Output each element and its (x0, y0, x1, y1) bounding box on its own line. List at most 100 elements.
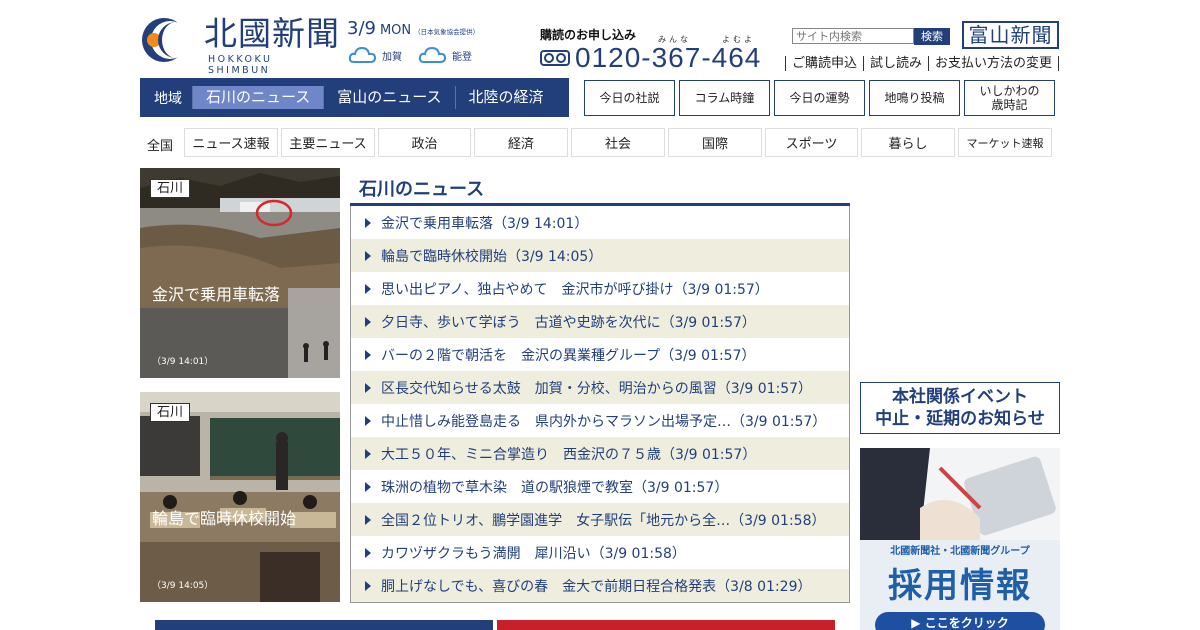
event-banner-line1: 本社関係イベント (892, 387, 1028, 407)
list-item[interactable]: 全国２位トリオ、鵬学園進学 女子駅伝「地元から全…（3/9 01:58） (351, 503, 849, 536)
news-headline[interactable]: 輪島で臨時休校開始（3/9 14:05） (381, 246, 602, 266)
news-headline[interactable]: 全国２位トリオ、鵬学園進学 女子駅伝「地元から全…（3/9 01:58） (381, 510, 826, 530)
cat-breaking-news[interactable]: ニュース速報 (184, 128, 278, 157)
seasonal-diary-line2: 歳時記 (991, 98, 1028, 112)
cat-economy[interactable]: 経済 (474, 128, 568, 157)
link-trial[interactable]: 試し読み (864, 56, 930, 71)
arrow-right-icon (365, 415, 371, 426)
bottom-ad-banner-2[interactable] (497, 620, 835, 630)
news-headline[interactable]: 区長交代知らせる太鼓 加賀・分校、明治からの風習（3/9 01:57） (381, 378, 812, 398)
weather-area-label: 加賀 (382, 51, 402, 63)
arrow-right-icon (365, 547, 371, 558)
arrow-right-icon (365, 580, 371, 591)
cat-politics[interactable]: 政治 (378, 128, 471, 157)
news-headline[interactable]: 金沢で乗用車転落（3/9 14:01） (381, 213, 588, 233)
weather-area-label: 能登 (452, 51, 472, 63)
seasonal-diary-line1: いしかわの (979, 84, 1040, 98)
link-payment-change[interactable]: お支払い方法の変更 (929, 56, 1060, 71)
photo-news-card[interactable]: 石川 金沢で乗用車転落 （3/9 14:01） (140, 168, 340, 378)
search-button[interactable]: 検索 (914, 28, 950, 45)
photo-caption[interactable]: 輪島で臨時休校開始 (152, 505, 296, 529)
arrow-right-icon (365, 514, 371, 525)
current-date: 3/9 MON （日本気象協会提供） (347, 18, 479, 39)
region-nav-label: 地域 (154, 90, 182, 107)
classroom-photo (140, 392, 340, 602)
weather-noto[interactable]: 能登 (418, 46, 472, 64)
car-accident-photo (140, 168, 340, 378)
weather-provider-note[interactable]: （日本気象協会提供） (414, 28, 479, 36)
list-item[interactable]: 区長交代知らせる太鼓 加賀・分校、明治からの風習（3/9 01:57） (351, 371, 849, 404)
list-item[interactable]: 中止惜しみ能登島走る 県内外からマラソン出場予定…（3/9 01:57） (351, 404, 849, 437)
cloud-icon (348, 46, 377, 63)
region-nav: 地域 石川のニュース 富山のニュース 北陸の経済 (140, 78, 569, 117)
arrow-right-icon (365, 382, 371, 393)
cat-top-news[interactable]: 主要ニュース (281, 128, 375, 157)
column-jisho-button[interactable]: コラム時鐘 (679, 80, 770, 116)
reader-post-button[interactable]: 地鳴り投稿 (869, 80, 960, 116)
cat-market-news[interactable]: マーケット速報 (958, 128, 1052, 157)
link-subscribe[interactable]: ご購読申込 (785, 56, 865, 71)
news-list-title: 石川のニュース (359, 179, 485, 200)
news-headline[interactable]: カワヅザクラもう満開 犀川沿い（3/9 01:58） (381, 543, 686, 563)
subscribe-title: 購読のお申し込み (540, 28, 637, 42)
category-nav-label: 全国 (147, 139, 174, 154)
tab-hokuriku-economy[interactable]: 北陸の経済 (454, 86, 557, 109)
list-item[interactable]: 思い出ピアノ、独占やめて 金沢市が呼び掛け（3/9 01:57） (351, 272, 849, 305)
subscribe-phone-number[interactable]: 0120-367-464 (575, 42, 761, 74)
recruitment-banner[interactable]: 北國新聞社・北國新聞グループ 採用情報 ▶ ここをクリック (860, 448, 1060, 630)
logo-text-en: HOKKOKU SHIMBUN (208, 54, 273, 76)
arrow-right-icon (365, 349, 371, 360)
list-item[interactable]: バーの２階で朝活を 金沢の異業種グループ（3/9 01:57） (351, 338, 849, 371)
photo-news-card[interactable]: 石川 輪島で臨時休校開始 （3/9 14:05） (140, 392, 340, 602)
seasonal-diary-button[interactable]: いしかわの 歳時記 (964, 80, 1055, 116)
weather-kaga[interactable]: 加賀 (348, 46, 402, 64)
horoscope-button[interactable]: 今日の運勢 (774, 80, 865, 116)
logo-text-jp: 北國新聞 (204, 14, 340, 53)
list-item[interactable]: 胴上げなしでも、喜びの春 金大で前期日程合格発表（3/8 01:29） (351, 569, 849, 602)
arrow-right-icon (365, 448, 371, 459)
bottom-ad-banner-1[interactable] (155, 620, 493, 630)
list-item[interactable]: 金沢で乗用車転落（3/9 14:01） (351, 206, 849, 239)
recruit-title: 採用情報 (888, 566, 1032, 606)
editorial-button[interactable]: 今日の社説 (584, 80, 675, 116)
news-list: 金沢で乗用車転落（3/9 14:01） 輪島で臨時休校開始（3/9 14:05）… (350, 206, 850, 603)
news-headline[interactable]: 思い出ピアノ、独占やめて 金沢市が呼び掛け（3/9 01:57） (381, 279, 769, 299)
site-search-input[interactable] (792, 28, 914, 44)
news-headline[interactable]: 夕日寺、歩いて学ぼう 古道や史跡を次代に（3/9 01:57） (381, 312, 756, 332)
recruit-click-button[interactable]: ▶ ここをクリック (875, 612, 1045, 630)
weekday: MON (379, 23, 412, 38)
news-headline[interactable]: 珠洲の植物で草木染 道の駅狼煙で教室（3/9 01:57） (381, 477, 728, 497)
photo-time: （3/9 14:01） (152, 357, 214, 367)
event-cancellation-banner[interactable]: 本社関係イベント 中止・延期のお知らせ (860, 382, 1060, 434)
free-dial-icon (540, 50, 570, 66)
arrow-right-icon (365, 283, 371, 294)
news-headline[interactable]: バーの２階で朝活を 金沢の異業種グループ（3/9 01:57） (381, 345, 756, 365)
event-banner-line2: 中止・延期のお知らせ (875, 409, 1045, 429)
photo-caption[interactable]: 金沢で乗用車転落 (152, 281, 280, 305)
date-value: 3/9 (347, 18, 376, 39)
toyama-shimbun-link[interactable]: 富山新聞 (962, 21, 1059, 49)
news-headline[interactable]: 大工５０年、ミニ合掌造り 西金沢の７５歳（3/9 01:57） (381, 444, 756, 464)
cat-living[interactable]: 暮らし (861, 128, 955, 157)
tab-toyama-news[interactable]: 富山のニュース (323, 86, 454, 109)
cat-sports[interactable]: スポーツ (765, 128, 858, 157)
cloud-icon (418, 46, 447, 63)
list-item[interactable]: 珠洲の植物で草木染 道の駅狼煙で教室（3/9 01:57） (351, 470, 849, 503)
list-item[interactable]: カワヅザクラもう満開 犀川沿い（3/9 01:58） (351, 536, 849, 569)
list-item[interactable]: 輪島で臨時休校開始（3/9 14:05） (351, 239, 849, 272)
list-item[interactable]: 夕日寺、歩いて学ぼう 古道や史跡を次代に（3/9 01:57） (351, 305, 849, 338)
cat-society[interactable]: 社会 (571, 128, 665, 157)
top-links: ご購読申込 試し読み お支払い方法の変更 (785, 56, 1060, 71)
recruit-sub-title: 北國新聞社・北國新聞グループ (890, 546, 1030, 557)
site-logo[interactable]: 北國新聞 HOKKOKU SHIMBUN (140, 14, 340, 76)
arrow-right-icon (365, 250, 371, 261)
tab-ishikawa-news[interactable]: 石川のニュース (192, 86, 324, 109)
recruit-photo (860, 448, 1060, 540)
arrow-right-icon (365, 217, 371, 228)
news-headline[interactable]: 中止惜しみ能登島走る 県内外からマラソン出場予定…（3/9 01:57） (381, 411, 826, 431)
cat-international[interactable]: 国際 (668, 128, 762, 157)
news-headline[interactable]: 胴上げなしでも、喜びの春 金大で前期日程合格発表（3/8 01:29） (381, 576, 812, 596)
logo-mark-icon (142, 18, 189, 62)
arrow-right-icon (365, 316, 371, 327)
list-item[interactable]: 大工５０年、ミニ合掌造り 西金沢の７５歳（3/9 01:57） (351, 437, 849, 470)
